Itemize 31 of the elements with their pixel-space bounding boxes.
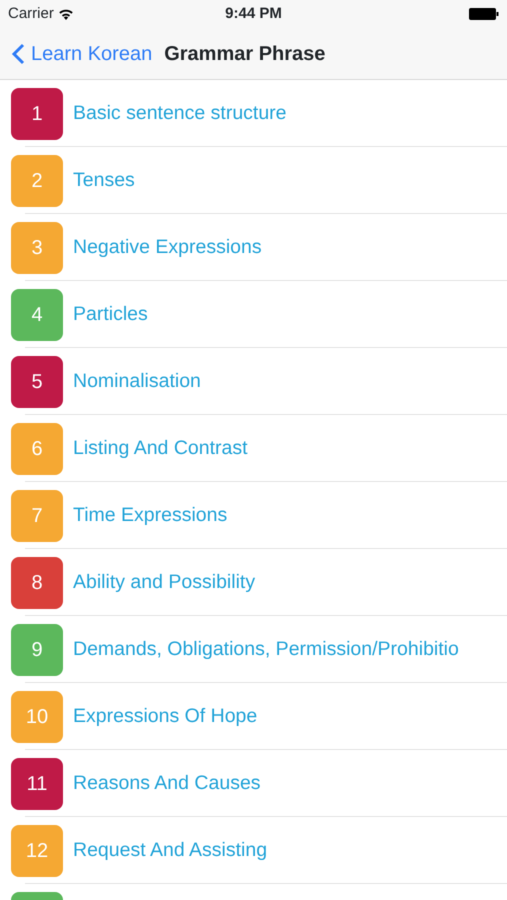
- topic-link[interactable]: Expressions Of Hope: [73, 702, 258, 732]
- number-badge: 9: [11, 624, 63, 676]
- topic-link[interactable]: Basic sentence structure: [73, 98, 287, 128]
- chevron-left-icon: [12, 42, 25, 64]
- number-badge: 5: [11, 356, 63, 408]
- topic-link[interactable]: Particles: [73, 300, 148, 330]
- number-badge: 7: [11, 490, 63, 542]
- time-label: 9:44 PM: [225, 4, 282, 24]
- number-badge: 10: [11, 690, 63, 742]
- topic-link[interactable]: Demands, Obligations, Permission/Prohibitio: [73, 634, 459, 664]
- topic-link[interactable]: Ability and Possibility: [73, 568, 256, 598]
- topic-link[interactable]: Nominalisation: [73, 366, 201, 396]
- number-badge: 12: [11, 824, 63, 876]
- topic-link[interactable]: Time Expressions: [73, 500, 228, 530]
- number-badge: 11: [11, 758, 63, 810]
- wifi-icon: [58, 8, 74, 20]
- number-badge: 2: [11, 154, 63, 206]
- topic-link[interactable]: Request And Assisting: [73, 836, 268, 866]
- back-button[interactable]: Learn Korean: [12, 38, 152, 68]
- number-badge: 4: [11, 288, 63, 340]
- carrier-label: Carrier: [8, 4, 54, 24]
- topic-link[interactable]: Reasons And Causes: [73, 768, 261, 798]
- topic-link[interactable]: Negative Expressions: [73, 232, 262, 262]
- page-title: Grammar Phrase: [164, 42, 326, 66]
- topic-link[interactable]: Listing And Contrast: [73, 434, 248, 464]
- battery-icon: [469, 8, 499, 20]
- topic-link[interactable]: Tenses: [73, 166, 135, 196]
- number-badge: 8: [11, 556, 63, 608]
- number-badge: 6: [11, 422, 63, 474]
- number-badge: 3: [11, 222, 63, 274]
- number-badge: 1: [11, 88, 63, 140]
